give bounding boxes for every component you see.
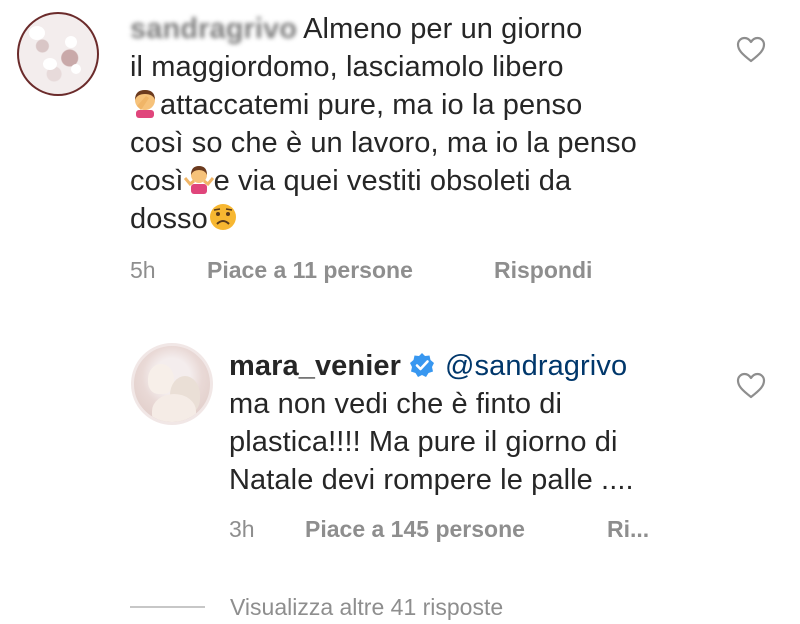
reply-line: ma non vedi che è finto di	[229, 388, 563, 420]
reply-button[interactable]: Ri...	[607, 514, 649, 544]
worried-face-emoji	[209, 204, 236, 230]
comment-line: Almeno per un giorno	[303, 13, 583, 45]
likes-count-button[interactable]: Piace a 145 persone	[305, 514, 525, 544]
comment-line: così	[130, 165, 184, 197]
reply-meta: 3h Piace a 145 persone Ri...	[229, 514, 679, 544]
reply-text: mara_venier @sandragrivo ma non vedi che…	[229, 347, 729, 499]
mention-link[interactable]: @sandragrivo	[445, 350, 627, 382]
comment-text: sandragrivo Almeno per un giorno il maggi…	[130, 10, 730, 238]
reply-line: plastica!!!! Ma pure il giorno di	[229, 426, 618, 458]
comment-line: dosso	[130, 203, 208, 235]
verified-icon	[410, 353, 434, 377]
avatar[interactable]	[131, 343, 213, 425]
shrug-emoji	[183, 166, 214, 194]
view-more-replies-label: Visualizza altre 41 risposte	[230, 594, 504, 620]
likes-count-button[interactable]: Piace a 11 persone	[207, 255, 413, 285]
reply-time: 3h	[229, 516, 255, 542]
comment-line: il maggiordomo, lasciamolo libero	[130, 51, 564, 83]
avatar[interactable]	[17, 12, 99, 96]
reply-line: Natale devi rompere le palle ....	[229, 464, 634, 496]
comment-time: 5h	[130, 257, 156, 283]
comment-line: e via quei vestiti obsoleti da	[213, 165, 572, 197]
comment-username[interactable]: sandragrivo	[130, 10, 297, 48]
heart-icon[interactable]	[736, 372, 766, 400]
comment-meta: 5h Piace a 11 persone Rispondi	[130, 255, 630, 285]
heart-icon[interactable]	[736, 36, 766, 64]
facepalm-emoji	[135, 90, 155, 118]
reply-username[interactable]: mara_venier	[229, 350, 401, 382]
divider	[130, 606, 205, 608]
comment-sandragrivo: sandragrivo Almeno per un giorno il maggi…	[0, 0, 800, 300]
comment-mara-venier: mara_venier @sandragrivo ma non vedi che…	[0, 300, 800, 590]
view-more-replies-button[interactable]: Visualizza altre 41 risposte	[130, 590, 630, 624]
comment-line: attaccatemi pure, ma io la penso	[160, 89, 583, 121]
reply-button[interactable]: Rispondi	[494, 255, 592, 285]
comment-line: così so che è un lavoro, ma io la penso	[130, 127, 637, 159]
